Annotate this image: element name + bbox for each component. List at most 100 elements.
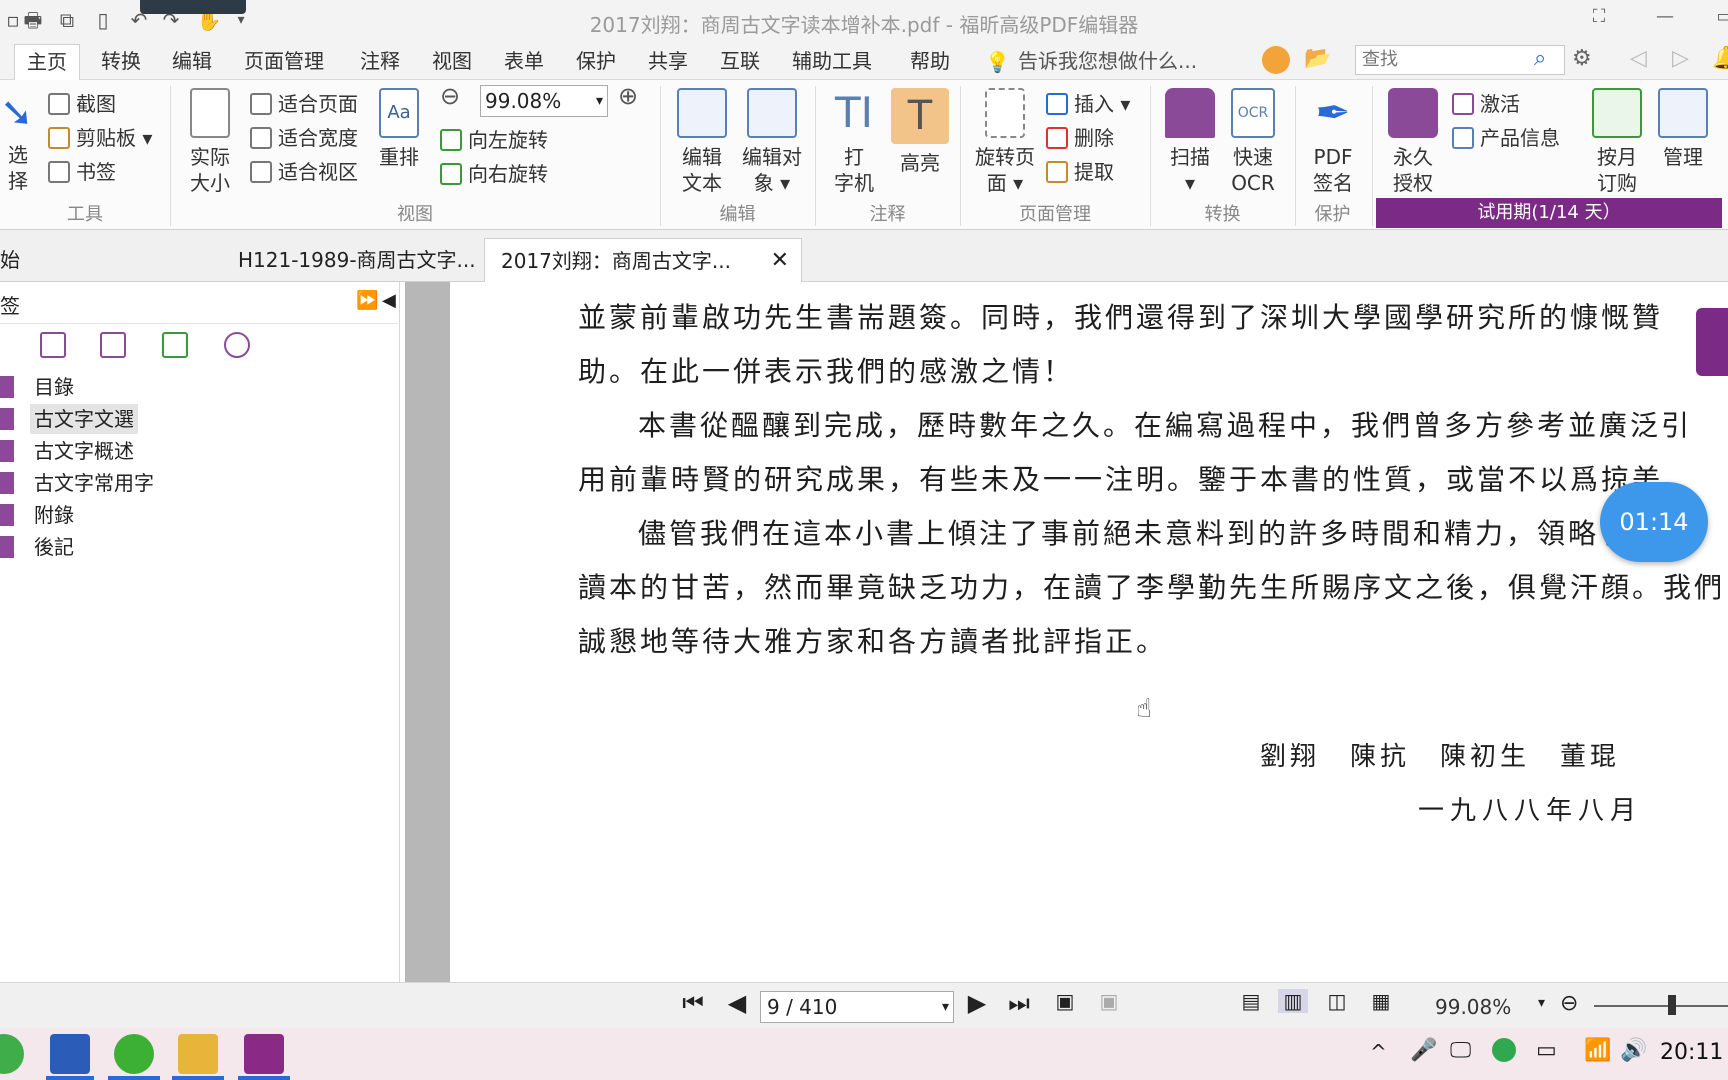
tab-document-2[interactable]: 2017刘翔：商周古文字... ✕	[484, 238, 802, 282]
scan-button[interactable]: 扫描 ▾	[1162, 88, 1218, 196]
rotate-page-button[interactable]: 旋转页 面 ▾	[970, 88, 1040, 196]
permanent-license-button[interactable]: 永久 授权	[1382, 88, 1444, 196]
last-page-icon[interactable]: ⏭	[1004, 989, 1034, 1017]
battery-icon[interactable]: ▭	[1536, 1038, 1557, 1063]
next-view-icon[interactable]: ▣	[1094, 989, 1124, 1013]
insert-page-button[interactable]: 插入 ▾	[1046, 88, 1130, 117]
tab-convert[interactable]: 转换	[95, 44, 147, 80]
add-bookmark-icon[interactable]	[40, 332, 66, 358]
manage-button[interactable]: 管理	[1652, 88, 1714, 170]
settings-gear-icon[interactable]: ⚙	[1572, 46, 1592, 71]
tab-start[interactable]: 始	[0, 238, 36, 282]
tab-comment[interactable]: 注释	[354, 44, 406, 80]
two-page-continuous-icon[interactable]: ▦	[1366, 989, 1396, 1013]
microphone-icon[interactable]: 🎤	[1410, 1038, 1437, 1063]
edit-text-button[interactable]: 编辑 文本	[672, 88, 732, 196]
rotate-left-button[interactable]: 向左旋转	[440, 124, 548, 153]
zoom-in-icon[interactable]: ⊕	[618, 82, 638, 110]
file-explorer-icon[interactable]	[178, 1034, 218, 1074]
previous-view-icon[interactable]: ▣	[1050, 989, 1080, 1013]
single-page-icon[interactable]: ▤	[1236, 989, 1266, 1013]
rotate-right-button[interactable]: 向右旋转	[440, 158, 548, 187]
bookmark-button[interactable]: 书签	[48, 156, 116, 185]
panel-splitter[interactable]	[405, 282, 450, 982]
tab-accessibility[interactable]: 辅助工具	[786, 44, 878, 80]
zoom-input[interactable]: 99.08% ▾	[480, 85, 608, 117]
fit-page-button[interactable]: 适合页面	[250, 88, 358, 117]
wifi-icon[interactable]: 📶	[1584, 1038, 1611, 1063]
status-zoom-value[interactable]: 99.08%	[1435, 995, 1511, 1019]
fit-view-button[interactable]: 适合视区	[250, 156, 358, 185]
tab-home[interactable]: 主页	[14, 44, 80, 80]
clipboard-button[interactable]: 剪贴板 ▾	[48, 122, 152, 151]
minimize-button[interactable]: —	[1650, 6, 1680, 34]
typewriter-button[interactable]: TI 打 字机	[826, 88, 882, 196]
reflow-button[interactable]: Aa 重排	[374, 88, 424, 170]
taskbar-clock[interactable]: 20:11	[1660, 1040, 1723, 1065]
tab-edit[interactable]: 编辑	[166, 44, 218, 80]
activate-button[interactable]: 激活	[1452, 88, 1520, 117]
pdf-sign-button[interactable]: ✒ PDF 签名	[1302, 88, 1364, 196]
tab-connect[interactable]: 互联	[714, 44, 766, 80]
tab-share[interactable]: 共享	[642, 44, 694, 80]
recording-timer[interactable]: 01:14	[1600, 482, 1708, 562]
new-bookmark-icon[interactable]	[162, 332, 188, 358]
move-bookmark-icon[interactable]	[100, 332, 126, 358]
extract-page-button[interactable]: 提取	[1046, 156, 1114, 185]
tell-me-input[interactable]: 告诉我您想做什么...	[1018, 44, 1197, 78]
search-icon[interactable]: ⌕	[1534, 46, 1546, 71]
zoom-dropdown-icon[interactable]: ▾	[1538, 995, 1545, 1011]
screenshot-button[interactable]: 截图	[48, 88, 116, 117]
back-arrow-icon[interactable]: ◁	[1630, 46, 1647, 71]
edit-text-label-2: 文本	[682, 171, 722, 195]
continuous-page-icon[interactable]: ▥	[1278, 989, 1308, 1013]
zoom-out-icon[interactable]: ⊖	[440, 82, 460, 110]
restore-layout-icon[interactable]: ⛶	[1584, 6, 1614, 34]
folder-search-icon[interactable]: 📂	[1304, 46, 1331, 71]
tab-protect[interactable]: 保护	[570, 44, 622, 80]
collapse-panel-icon[interactable]: ◀	[382, 290, 396, 311]
foxit-pdf-app-icon[interactable]	[244, 1034, 284, 1074]
tab-document-1[interactable]: H121-1989-商周古文字...	[222, 238, 492, 282]
word-app-icon[interactable]	[50, 1034, 90, 1074]
product-info-button[interactable]: 产品信息	[1452, 122, 1560, 151]
page-dropdown-icon[interactable]: ▾	[942, 992, 949, 1022]
tab-page-management[interactable]: 页面管理	[238, 44, 330, 80]
expand-bookmark-icon[interactable]	[224, 332, 250, 358]
volume-icon[interactable]: 🔊	[1620, 1038, 1647, 1063]
page-number-input[interactable]: 9 / 410 ▾	[760, 991, 954, 1023]
delete-page-button[interactable]: 删除	[1046, 122, 1114, 151]
close-tab-icon[interactable]: ✕	[771, 239, 789, 283]
zoom-out-circle-icon[interactable]: ⊖	[1560, 991, 1578, 1016]
monthly-subscription-button[interactable]: 按月 订购	[1586, 88, 1648, 196]
maximize-button[interactable]: ▭	[1710, 6, 1728, 34]
tab-help[interactable]: 帮助	[904, 44, 956, 80]
wechat-app-icon[interactable]	[114, 1034, 154, 1074]
fit-width-button[interactable]: 适合宽度	[250, 122, 358, 151]
highlight-button[interactable]: T 高亮	[890, 88, 950, 176]
heart-icon[interactable]	[1262, 46, 1290, 74]
show-hidden-icons-chevron-icon[interactable]: ^	[1370, 1040, 1387, 1064]
display-icon[interactable]: 🖵	[1450, 1038, 1471, 1063]
edit-object-button[interactable]: 编辑对 象 ▾	[738, 88, 806, 196]
expand-panel-icon[interactable]: ⏩	[356, 290, 378, 311]
security-app-icon[interactable]	[1492, 1038, 1516, 1062]
zoom-slider-thumb[interactable]	[1668, 995, 1676, 1015]
quick-ocr-button[interactable]: OCR 快速 OCR	[1224, 88, 1282, 196]
two-page-icon[interactable]: ◫	[1322, 989, 1352, 1013]
next-page-icon[interactable]: ▶	[962, 989, 992, 1017]
select-tool-button[interactable]: ➘ 选择	[0, 90, 36, 194]
forward-arrow-icon[interactable]: ▷	[1672, 46, 1689, 71]
notification-bell-icon[interactable]: 🔔	[1712, 46, 1728, 71]
zoom-slider[interactable]	[1594, 1005, 1728, 1007]
tips-lightbulb-icon[interactable]	[1696, 308, 1728, 376]
browser-app-icon[interactable]	[0, 1034, 24, 1074]
previous-page-icon[interactable]: ◀	[722, 989, 752, 1017]
chevron-down-icon[interactable]: ▾	[596, 86, 603, 116]
tab-view[interactable]: 视图	[426, 44, 478, 80]
document-page[interactable]: 並蒙前輩啟功先生書耑題簽。同時，我們還得到了深圳大學國學研究所的慷慨贊 助。在此…	[450, 282, 1728, 982]
first-page-icon[interactable]: ⏮	[678, 989, 708, 1017]
trial-period-banner[interactable]: 试用期(1/14 天）	[1376, 198, 1722, 228]
tab-form[interactable]: 表单	[498, 44, 550, 80]
actual-size-button[interactable]: 实际 大小	[180, 88, 240, 196]
